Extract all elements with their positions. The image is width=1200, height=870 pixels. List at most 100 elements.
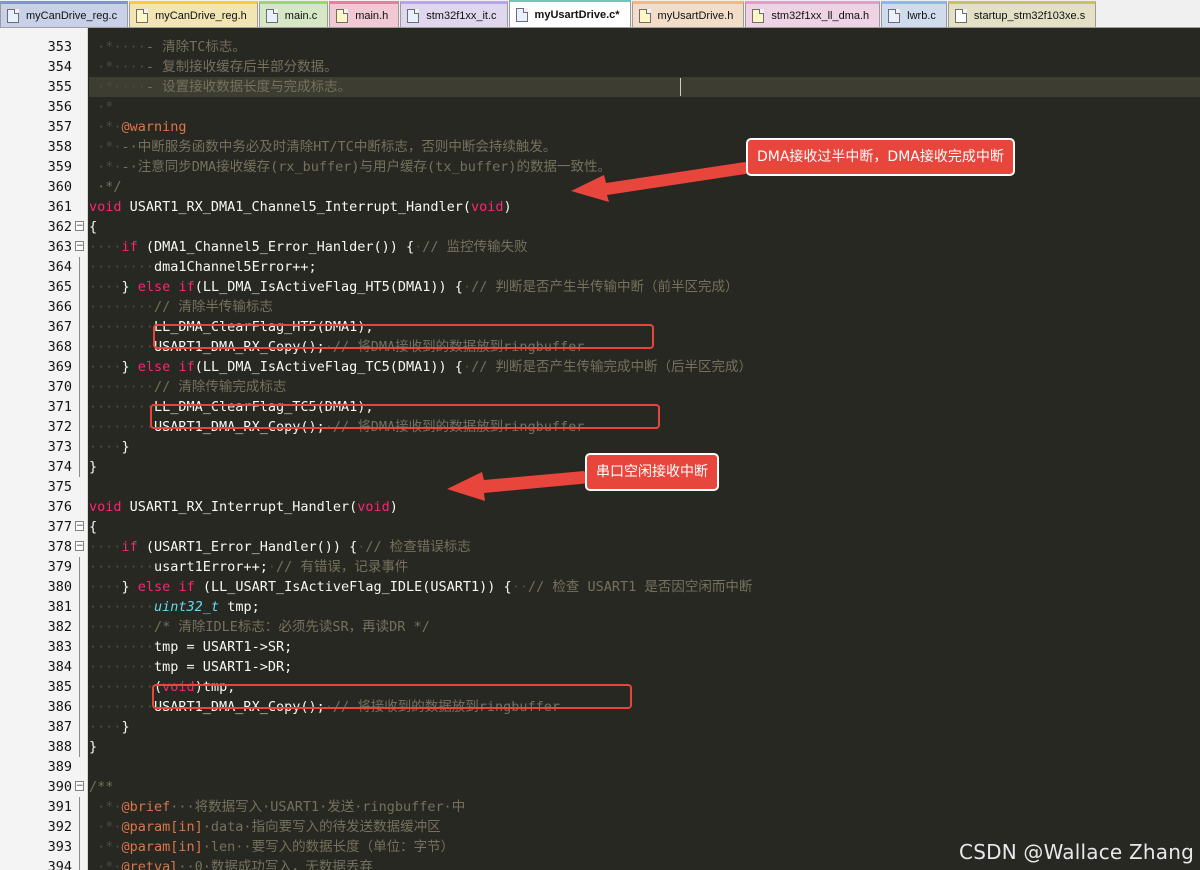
token-pl: usart1Error++; <box>154 559 268 575</box>
token-tag: @brief <box>121 799 171 815</box>
code-line[interactable]: 384 ········tmp = USART1->DR; <box>0 657 1200 677</box>
line-number: 355 <box>47 79 72 95</box>
code-line[interactable]: 355 ·*····- 设置接收数据长度与完成标志。 <box>0 77 1200 97</box>
tab-startup-stm32f103xe-s[interactable]: startup_stm32f103xe.s <box>947 1 1097 27</box>
code-line[interactable]: 379 ········usart1Error++;·// 有错误，记录事件 <box>0 557 1200 577</box>
line-number: 376 <box>47 499 72 515</box>
code-line[interactable]: 363− ····if (DMA1_Channel5_Error_Hanlder(… <box>0 237 1200 257</box>
token-pl: { <box>89 519 98 535</box>
tab-mycandrive-reg-c[interactable]: myCanDrive_reg.c <box>0 1 129 27</box>
code-line[interactable]: 370 ········// 清除传输完成标志 <box>0 377 1200 397</box>
code-line[interactable]: 389 <box>0 757 1200 777</box>
code-text: ·*·-·注意同步DMA接收缓存(rx_buffer)与用户缓存(tx_buff… <box>89 157 611 177</box>
line-number: 362 <box>47 219 72 235</box>
tab-stm32f1xx-ll-dma-h[interactable]: stm32f1xx_ll_dma.h <box>745 1 881 27</box>
line-number: 384 <box>47 659 72 675</box>
token-ws: · <box>462 279 472 295</box>
code-line[interactable]: 359 ·*·-·注意同步DMA接收缓存(rx_buffer)与用户缓存(tx_… <box>0 157 1200 177</box>
tab-mycandrive-reg-h[interactable]: myCanDrive_reg.h <box>129 1 258 27</box>
code-line[interactable]: 364 ········dma1Channel5Error++; <box>0 257 1200 277</box>
source-file-icon <box>265 8 278 23</box>
token-ws: ···· <box>89 719 122 735</box>
line-number: 374 <box>47 459 72 475</box>
line-number: 385 <box>47 679 72 695</box>
code-text: ·*·-·中断服务函数中务必及时清除HT/TC中断标志，否则中断会持续触发。 <box>89 137 556 157</box>
code-text: ········usart1Error++;·// 有错误，记录事件 <box>89 557 408 577</box>
code-line[interactable]: 392 ·*·@param[in]·data·指向要写入的待发送数据缓冲区 <box>0 817 1200 837</box>
code-text: { <box>89 217 97 237</box>
line-number: 370 <box>47 379 72 395</box>
fold-toggle-icon[interactable]: − <box>75 781 84 791</box>
code-line[interactable]: 380 ····} else if (LL_USART_IsActiveFlag_… <box>0 577 1200 597</box>
code-line[interactable]: 357 ·*·@warning <box>0 117 1200 137</box>
header-file-icon <box>336 8 349 23</box>
code-text: ·*/ <box>89 177 121 197</box>
tab-label: myUsartDrive.c* <box>534 8 620 21</box>
code-line[interactable]: 378− ····if (USART1_Error_Handler()) {·//… <box>0 537 1200 557</box>
token-cm: // 判断是否产生半传输中断（前半区完成） <box>471 279 739 295</box>
tab-lwrb-c[interactable]: lwrb.c <box>881 1 947 27</box>
code-line[interactable]: 382 ········/* 清除IDLE标志：必须先读SR，再读DR */ <box>0 617 1200 637</box>
code-line[interactable]: 356 ·* <box>0 97 1200 117</box>
code-line[interactable]: 390−/** <box>0 777 1200 797</box>
code-line[interactable]: 353 ·*····- 清除TC标志。 <box>0 37 1200 57</box>
tab-main-h[interactable]: main.h <box>329 1 400 27</box>
tab-stm32f1xx-it-c[interactable]: stm32f1xx_it.c <box>400 1 508 27</box>
code-line[interactable]: 387 ····} <box>0 717 1200 737</box>
line-number: 366 <box>47 299 72 315</box>
tab-myusartdrive-c[interactable]: myUsartDrive.c* <box>508 0 631 27</box>
token-cm: ·len··要写入的数据长度（单位：字节） <box>202 839 455 855</box>
code-editor[interactable]: 353 ·*····- 清除TC标志。 354 ·*····- 复制接收缓存后半部… <box>0 28 1200 870</box>
tab-myusartdrive-h[interactable]: myUsartDrive.h <box>631 1 745 27</box>
token-pl: } <box>121 279 138 295</box>
code-line[interactable]: 360 ·*/ <box>0 177 1200 197</box>
token-ws: ···· <box>89 439 122 455</box>
code-line[interactable]: 354 ·*····- 复制接收缓存后半部分数据。 <box>0 57 1200 77</box>
code-line[interactable]: 388} <box>0 737 1200 757</box>
tab-main-c[interactable]: main.c <box>258 1 329 27</box>
fold-toggle-icon[interactable]: − <box>75 521 84 531</box>
code-text: ····} else if(LL_DMA_IsActiveFlag_HT5(DM… <box>89 277 738 297</box>
token-pl: } <box>89 739 98 755</box>
token-cm: // 监控传输失败 <box>422 239 528 255</box>
code-text: ····if (USART1_Error_Handler()) {·// 检查错… <box>89 537 471 557</box>
line-number: 394 <box>47 859 72 870</box>
code-line[interactable]: 366 ········// 清除半传输标志 <box>0 297 1200 317</box>
fold-guide <box>79 677 80 697</box>
code-line[interactable]: 361 void USART1_RX_DMA1_Channel5_Interrup… <box>0 197 1200 217</box>
tab-label: lwrb.c <box>907 9 936 22</box>
code-line[interactable]: 358 ·*·-·中断服务函数中务必及时清除HT/TC中断标志，否则中断会持续触… <box>0 137 1200 157</box>
code-line[interactable]: 365 ····} else if(LL_DMA_IsActiveFlag_HT5… <box>0 277 1200 297</box>
code-text: ·*·@brief···将数据写入·USART1·发送·ringbuffer·中 <box>89 797 465 817</box>
fold-guide <box>79 617 80 637</box>
code-text: ····} else if (LL_USART_IsActiveFlag_IDL… <box>89 577 752 597</box>
token-pl: (LL_USART_IsActiveFlag_IDLE(USART1)) { <box>194 579 512 595</box>
fold-toggle-icon[interactable]: − <box>75 241 84 251</box>
token-pl: USART1_RX_Interrupt_Handler( <box>121 499 358 515</box>
token-ws: ···· <box>89 579 122 595</box>
code-line[interactable]: 362−{ <box>0 217 1200 237</box>
code-line[interactable]: 376 void USART1_RX_Interrupt_Handler(void… <box>0 497 1200 517</box>
token-ws: ···· <box>89 239 122 255</box>
fold-guide <box>79 457 80 477</box>
line-number: 357 <box>47 119 72 135</box>
code-line[interactable]: 391 ·*·@brief···将数据写入·USART1·发送·ringbuff… <box>0 797 1200 817</box>
token-ws: ········ <box>89 599 155 615</box>
code-line[interactable]: 381 ········uint32_t tmp; <box>0 597 1200 617</box>
annotation-dma-interrupts: DMA接收过半中断，DMA接收完成中断 <box>746 138 1015 176</box>
token-cm: // 判断是否产生传输完成中断（后半区完成） <box>471 359 752 375</box>
code-line[interactable]: 383 ········tmp = USART1->SR; <box>0 637 1200 657</box>
token-tag: @warning <box>121 119 187 135</box>
token-pl: tmp = USART1->SR; <box>154 639 293 655</box>
token-ws: ········ <box>89 659 155 675</box>
token-ws: ········ <box>89 619 155 635</box>
code-text: /** <box>89 777 113 797</box>
token-ws: ·* <box>89 99 114 115</box>
tab-label: myCanDrive_reg.h <box>155 9 247 22</box>
token-pl: (LL_DMA_IsActiveFlag_TC5(DMA1)) { <box>194 359 463 375</box>
code-line[interactable]: 377−{ <box>0 517 1200 537</box>
fold-toggle-icon[interactable]: − <box>75 541 84 551</box>
code-line[interactable]: 369 ····} else if(LL_DMA_IsActiveFlag_TC5… <box>0 357 1200 377</box>
fold-toggle-icon[interactable]: − <box>75 221 84 231</box>
tab-label: stm32f1xx_it.c <box>426 9 497 22</box>
